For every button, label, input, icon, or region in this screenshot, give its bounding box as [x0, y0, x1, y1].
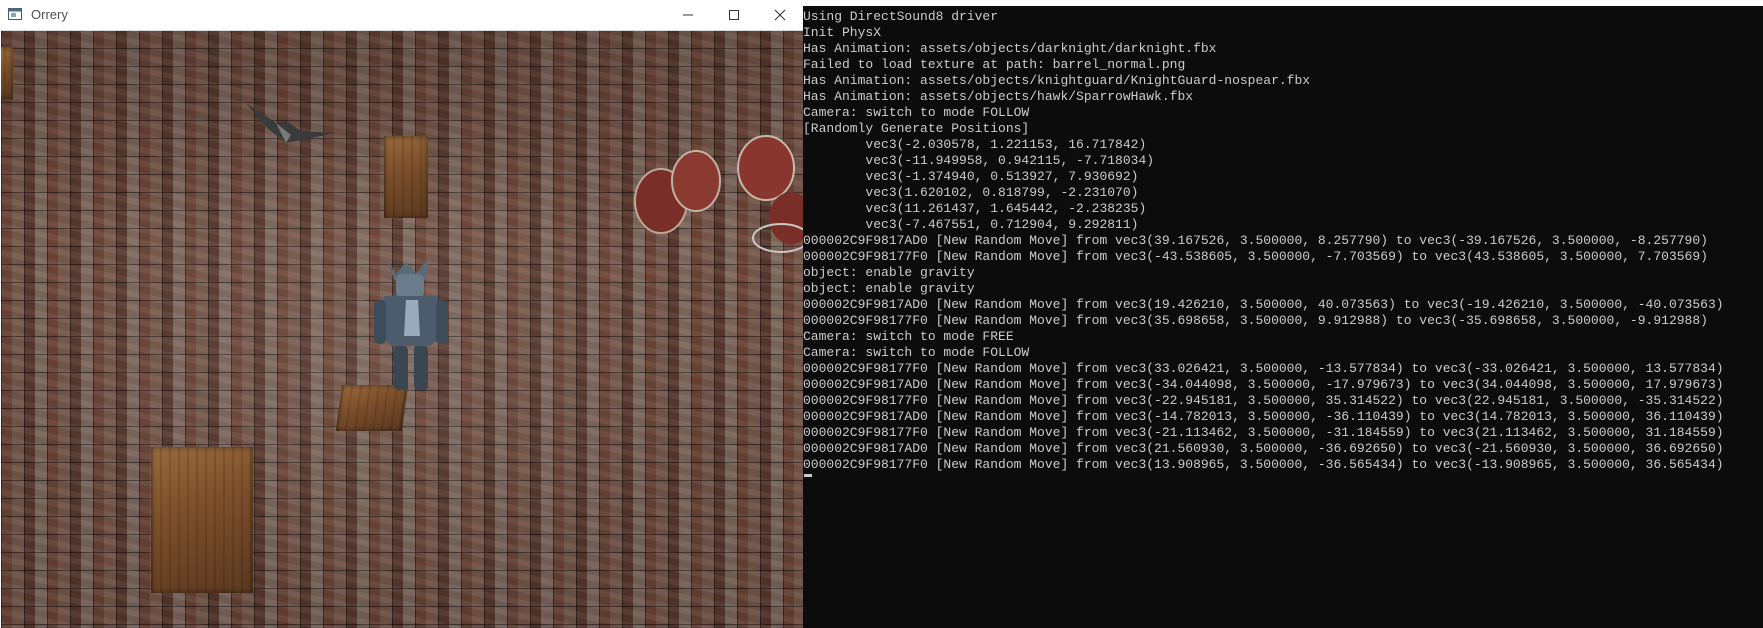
console-line: 000002C9F98177F0 [New Random Move] from …	[803, 457, 1724, 472]
console-line: 000002C9F98177F0 [New Random Move] from …	[803, 425, 1724, 440]
hawk	[246, 103, 336, 143]
window-title: Orrery	[31, 7, 68, 22]
console-line: Camera: switch to mode FOLLOW	[803, 345, 1030, 360]
barrels	[634, 135, 803, 253]
console-line: object: enable gravity	[803, 265, 975, 280]
console-line: object: enable gravity	[803, 281, 975, 296]
console-line: vec3(1.620102, 0.818799, -2.231070)	[803, 185, 1139, 200]
maximize-icon	[729, 10, 739, 20]
console-line: Using DirectSound8 driver	[803, 9, 999, 24]
console-line: vec3(11.261437, 1.645442, -2.238235)	[803, 201, 1147, 216]
console-line: vec3(-2.030578, 1.221153, 16.717842)	[803, 137, 1147, 152]
console-output: Using DirectSound8 driver Init PhysX Has A…	[803, 9, 1724, 473]
console-line: 000002C9F9817AD0 [New Random Move] from …	[803, 441, 1724, 456]
crate	[384, 136, 428, 218]
text-cursor	[804, 474, 812, 477]
console-line: 000002C9F9817AD0 [New Random Move] from …	[803, 297, 1724, 312]
console-line: Has Animation: assets/objects/darknight/…	[803, 41, 1217, 56]
maximize-button[interactable]	[711, 0, 757, 30]
console-line: Camera: switch to mode FREE	[803, 329, 1014, 344]
crate-partial	[1, 47, 13, 99]
console-line: 000002C9F98177F0 [New Random Move] from …	[803, 393, 1724, 408]
minimize-button[interactable]	[665, 0, 711, 30]
close-icon	[774, 9, 786, 21]
console-line: vec3(-7.467551, 0.712904, 9.292811)	[803, 217, 1139, 232]
console-line: Camera: switch to mode FOLLOW	[803, 105, 1030, 120]
console-line: vec3(-11.949958, 0.942115, -7.718034)	[803, 153, 1155, 168]
console-line: [Randomly Generate Positions]	[803, 121, 1030, 136]
console-line: 000002C9F9817AD0 [New Random Move] from …	[803, 377, 1724, 392]
console-line: 000002C9F98177F0 [New Random Move] from …	[803, 313, 1708, 328]
console-line: vec3(-1.374940, 0.513927, 7.930692)	[803, 169, 1139, 184]
console-line: Init PhysX	[803, 25, 882, 40]
close-button[interactable]	[757, 0, 803, 30]
knight-character	[374, 258, 448, 390]
game-viewport[interactable]	[1, 31, 803, 628]
console-line: Has Animation: assets/objects/hawk/Sparr…	[803, 89, 1194, 104]
console-line: Has Animation: assets/objects/knightguar…	[803, 73, 1311, 88]
minimize-icon	[683, 14, 693, 16]
crate	[151, 447, 253, 593]
console-line: 000002C9F9817AD0 [New Random Move] from …	[803, 409, 1724, 424]
console-line: Failed to load texture at path: barrel_n…	[803, 57, 1186, 72]
console-line: 000002C9F9817AD0 [New Random Move] from …	[803, 233, 1708, 248]
game-window[interactable]: Orrery	[0, 0, 803, 628]
app-window-icon	[8, 8, 22, 20]
console-line: 000002C9F98177F0 [New Random Move] from …	[803, 361, 1724, 376]
title-bar[interactable]: Orrery	[0, 0, 803, 31]
console-window[interactable]: Using DirectSound8 driver Init PhysX Has A…	[803, 6, 1763, 628]
console-line: 000002C9F98177F0 [New Random Move] from …	[803, 249, 1708, 264]
